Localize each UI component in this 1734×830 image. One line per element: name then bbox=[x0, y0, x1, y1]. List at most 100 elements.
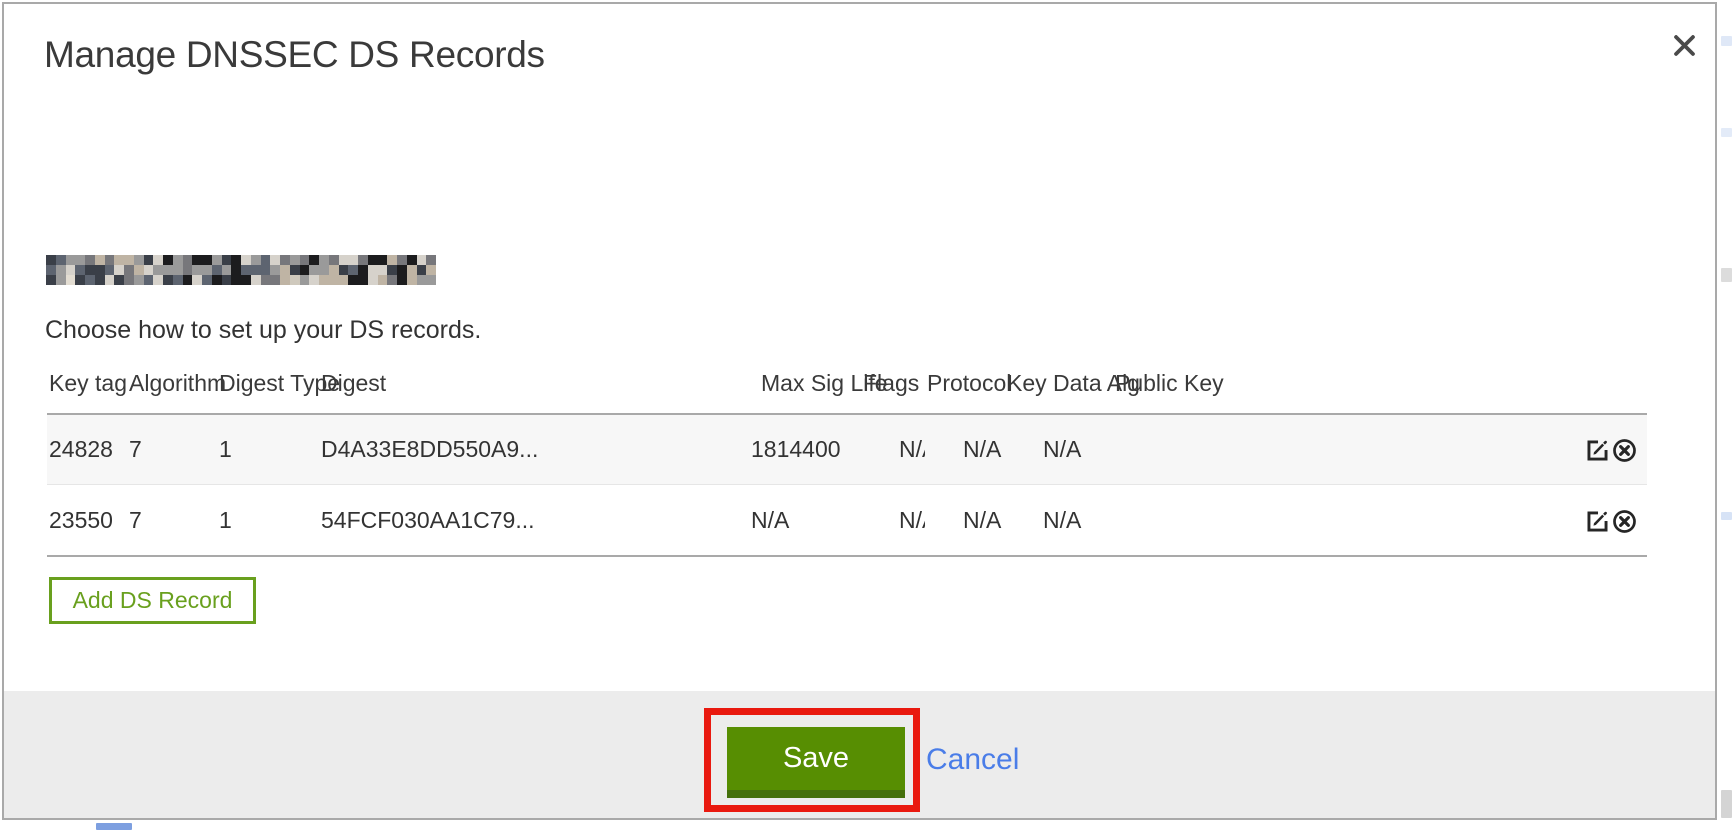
redaction-pixel bbox=[417, 275, 427, 285]
redaction-pixel bbox=[66, 265, 76, 275]
redaction-pixel bbox=[339, 255, 349, 265]
redaction-pixel bbox=[417, 255, 427, 265]
redaction-pixel bbox=[75, 255, 85, 265]
redaction-pixel bbox=[407, 265, 417, 275]
redaction-pixel bbox=[56, 255, 66, 265]
dnssec-ds-records-modal: Manage DNSSEC DS Records Choose how to s… bbox=[2, 2, 1717, 820]
redaction-pixel bbox=[426, 275, 436, 285]
redaction-pixel bbox=[105, 255, 115, 265]
redaction-pixel bbox=[300, 255, 310, 265]
redaction-pixel bbox=[212, 255, 222, 265]
edit-icon bbox=[1585, 438, 1610, 463]
redaction-pixel bbox=[339, 275, 349, 285]
redaction-pixel bbox=[202, 265, 212, 275]
redaction-pixel bbox=[124, 265, 134, 275]
col-header-flags: Flags bbox=[861, 362, 925, 414]
redaction-pixel bbox=[378, 275, 388, 285]
redaction-pixel bbox=[290, 255, 300, 265]
redaction-pixel bbox=[85, 255, 95, 265]
redaction-pixel bbox=[329, 255, 339, 265]
redaction-pixel bbox=[251, 265, 261, 275]
setup-instruction-text: Choose how to set up your DS records. bbox=[45, 316, 481, 345]
redaction-pixel bbox=[192, 275, 202, 285]
redaction-pixel bbox=[134, 255, 144, 265]
redaction-pixel bbox=[348, 275, 358, 285]
redaction-pixel bbox=[144, 255, 154, 265]
redaction-pixel bbox=[426, 265, 436, 275]
col-header-digest: Digest bbox=[319, 362, 749, 414]
redaction-pixel bbox=[124, 275, 134, 285]
cell-protocol: N/A bbox=[925, 485, 1005, 556]
cancel-link[interactable]: Cancel bbox=[926, 743, 1019, 777]
cell-key-tag: 24828 bbox=[47, 414, 127, 485]
cell-max-sig-life: 1814400 bbox=[749, 414, 861, 485]
redaction-pixel bbox=[173, 275, 183, 285]
cell-max-sig-life: N/A bbox=[749, 485, 861, 556]
redaction-pixel bbox=[387, 265, 397, 275]
delete-record-button[interactable] bbox=[1612, 438, 1637, 463]
redaction-pixel bbox=[202, 255, 212, 265]
redaction-pixel bbox=[329, 275, 339, 285]
col-header-algorithm: Algorithm bbox=[127, 362, 217, 414]
redaction-pixel bbox=[192, 265, 202, 275]
redaction-pixel bbox=[426, 255, 436, 265]
redaction-pixel bbox=[66, 255, 76, 265]
redaction-pixel bbox=[183, 265, 193, 275]
annotation-highlight-box: Save bbox=[704, 708, 920, 812]
redaction-pixel bbox=[46, 255, 56, 265]
redaction-pixel bbox=[251, 275, 261, 285]
redaction-pixel bbox=[153, 265, 163, 275]
redaction-pixel bbox=[387, 255, 397, 265]
redaction-pixel bbox=[85, 275, 95, 285]
col-header-actions bbox=[1569, 362, 1647, 414]
redaction-pixel bbox=[95, 275, 105, 285]
redaction-pixel bbox=[173, 255, 183, 265]
cell-protocol: N/A bbox=[925, 414, 1005, 485]
cell-public-key bbox=[1113, 485, 1569, 556]
redaction-pixel bbox=[329, 265, 339, 275]
edit-record-button[interactable] bbox=[1585, 509, 1610, 534]
redaction-pixel bbox=[144, 275, 154, 285]
redaction-pixel bbox=[309, 255, 319, 265]
edit-record-button[interactable] bbox=[1585, 438, 1610, 463]
redaction-pixel bbox=[46, 275, 56, 285]
redaction-pixel bbox=[270, 265, 280, 275]
redaction-pixel bbox=[319, 265, 329, 275]
redaction-pixel bbox=[241, 255, 251, 265]
redaction-pixel bbox=[270, 255, 280, 265]
redaction-pixel bbox=[368, 265, 378, 275]
redaction-pixel bbox=[124, 255, 134, 265]
redaction-pixel bbox=[202, 275, 212, 285]
col-header-protocol: Protocol bbox=[925, 362, 1005, 414]
redaction-pixel bbox=[358, 255, 368, 265]
cell-algorithm: 7 bbox=[127, 485, 217, 556]
redaction-pixel bbox=[153, 255, 163, 265]
redaction-pixel bbox=[144, 265, 154, 275]
redaction-pixel bbox=[173, 265, 183, 275]
redaction-pixel bbox=[251, 255, 261, 265]
redaction-pixel bbox=[241, 275, 251, 285]
redaction-pixel bbox=[134, 275, 144, 285]
col-header-key-data-alg: Key Data Alg bbox=[1005, 362, 1113, 414]
add-ds-record-button[interactable]: Add DS Record bbox=[49, 577, 256, 624]
cell-digest: D4A33E8DD550A9... bbox=[319, 414, 749, 485]
redacted-domain-name bbox=[46, 255, 436, 285]
redaction-pixel bbox=[75, 265, 85, 275]
table-row: 24828 7 1 D4A33E8DD550A9... 1814400 N/A … bbox=[47, 414, 1647, 485]
cell-algorithm: 7 bbox=[127, 414, 217, 485]
redaction-pixel bbox=[348, 265, 358, 275]
redaction-pixel bbox=[280, 265, 290, 275]
redaction-pixel bbox=[56, 265, 66, 275]
col-header-public-key: Public Key bbox=[1113, 362, 1569, 414]
col-header-digest-type: Digest Type bbox=[217, 362, 319, 414]
cell-digest: 54FCF030AA1C79... bbox=[319, 485, 749, 556]
redaction-pixel bbox=[417, 265, 427, 275]
delete-record-button[interactable] bbox=[1612, 509, 1637, 534]
background-content-fragment bbox=[1721, 790, 1732, 818]
save-button[interactable]: Save bbox=[727, 727, 905, 798]
redaction-pixel bbox=[105, 275, 115, 285]
close-button[interactable] bbox=[1666, 28, 1702, 64]
redaction-pixel bbox=[368, 255, 378, 265]
redaction-pixel bbox=[46, 265, 56, 275]
redaction-pixel bbox=[358, 275, 368, 285]
